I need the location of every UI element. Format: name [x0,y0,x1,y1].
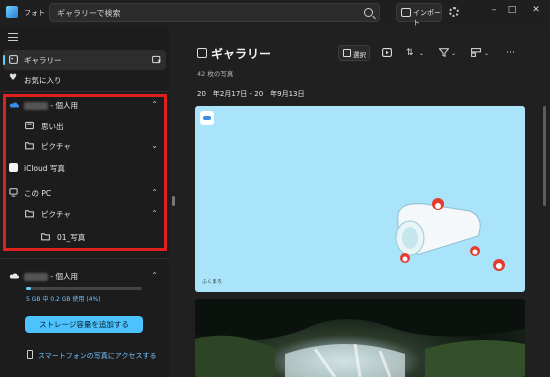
photo-count: 42 枚の写真 [197,70,234,78]
search-icon[interactable] [364,8,373,17]
storage-account[interactable]: - 個人用 ⌃ [3,266,166,286]
import-button[interactable]: インポート [396,3,442,27]
gallery-icon [9,55,18,64]
phone-photos-link[interactable]: スマートフォンの写真にアクセスする [38,351,156,361]
import-label: インポート [413,9,441,27]
account-suffix: - 個人用 [50,272,78,281]
chevron-up-icon[interactable]: ⌃ [151,271,158,280]
filter-icon[interactable] [439,48,449,57]
phone-icon [27,350,33,359]
checkbox-icon [343,49,351,57]
search-placeholder: ギャラリーで検索 [57,9,121,18]
photo-thumbnail[interactable] [195,299,525,377]
select-label: 選択 [353,51,366,59]
hamburger-menu-icon[interactable] [8,33,18,41]
cloud-icon [9,273,19,279]
maximize-button[interactable]: □ [504,5,520,19]
settings-gear-icon[interactable] [449,7,459,17]
import-icon [401,8,411,17]
storage-progress-bar [26,287,142,290]
small-character-illustration [493,259,505,271]
sidebar-item-label: ギャラリー [24,56,62,65]
fukumaro-illustration [395,198,481,263]
sort-icon[interactable]: ⇅ [406,48,414,58]
slideshow-icon[interactable] [382,48,392,57]
heart-icon: ♥ [9,73,18,83]
blurred-account-name [24,273,48,281]
close-button[interactable]: ✕ [528,5,544,19]
storage-progress-fill [26,287,31,290]
select-button[interactable]: 選択 [338,45,370,61]
storage-usage-text: 5 GB 中 0.2 GB 使用 (4%) [26,296,101,303]
chevron-down-icon[interactable]: ⌄ [451,50,456,57]
sidebar-item-favorites[interactable]: ♥ お気に入り [3,70,166,90]
divider [0,91,169,92]
search-input[interactable]: ギャラリーで検索 [49,3,380,22]
app-title: フォト [24,9,45,17]
red-highlight-frame [3,94,167,251]
divider [0,258,169,259]
add-folder-icon[interactable] [152,55,161,64]
gallery-icon [197,48,207,58]
add-storage-button[interactable]: ストレージ容量を追加する [25,316,143,333]
date-range-heading: 20 年2月17日 - 20 年9月13日 [197,90,305,98]
scrollbar[interactable] [543,106,546,206]
minimize-button[interactable]: – [486,5,502,19]
photo-caption: ふくまろ [202,279,223,285]
sidebar-item-label: お気に入り [24,76,62,85]
chevron-down-icon[interactable]: ⌄ [484,50,489,57]
photos-app-icon [6,6,18,18]
photo-thumbnail[interactable]: ふくまろ [195,106,525,292]
view-layout-icon[interactable] [471,48,481,57]
title-bar: フォト ギャラリーで検索 インポート – □ ✕ [0,0,550,27]
sidebar-item-gallery[interactable]: ギャラリー [3,50,166,70]
pane-resize-handle[interactable] [172,196,175,206]
page-title: ギャラリー [211,47,272,61]
chevron-down-icon[interactable]: ⌄ [419,50,424,57]
waterfall-photo [195,299,525,377]
onedrive-badge-icon [200,111,214,125]
more-options-icon[interactable]: ⋯ [506,48,515,58]
